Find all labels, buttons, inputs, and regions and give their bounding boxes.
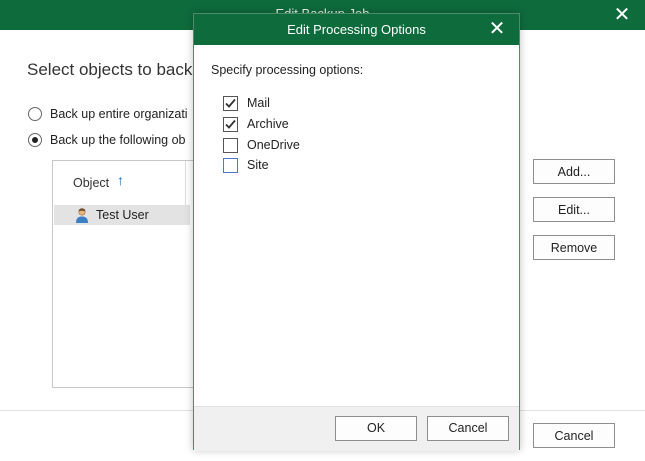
background-close-icon[interactable]: ✕: [609, 3, 635, 27]
add-button[interactable]: Add...: [533, 159, 615, 184]
radio-button[interactable]: [28, 133, 42, 147]
remove-button[interactable]: Remove: [533, 235, 615, 260]
table-row[interactable]: Test User: [54, 205, 190, 225]
dialog-title: Edit Processing Options: [287, 22, 426, 37]
column-separator: [185, 161, 186, 205]
radio-button[interactable]: [28, 107, 42, 121]
checkmark-icon: [225, 119, 236, 129]
radio-following-objects[interactable]: Back up the following ob: [28, 130, 186, 150]
option-mail[interactable]: Mail: [223, 94, 270, 112]
radio-entire-organization[interactable]: Back up entire organizati: [28, 104, 188, 124]
checkbox-mail[interactable]: [223, 95, 238, 111]
option-label: Archive: [247, 117, 289, 131]
dialog-footer: OK Cancel: [194, 406, 519, 451]
checkbox-archive[interactable]: [223, 116, 238, 132]
checkbox-site[interactable]: [223, 157, 238, 173]
checkmark-icon: [225, 98, 236, 108]
edit-button[interactable]: Edit...: [533, 197, 615, 222]
checkbox-onedrive[interactable]: [223, 137, 238, 153]
sort-ascending-icon: ↑: [117, 172, 124, 188]
dialog-prompt: Specify processing options:: [211, 63, 364, 77]
background-heading: Select objects to back: [27, 60, 193, 79]
object-column-label: Object: [73, 176, 110, 190]
option-site[interactable]: Site: [223, 156, 269, 174]
radio-label: Back up the following ob: [50, 133, 186, 147]
option-onedrive[interactable]: OneDrive: [223, 136, 300, 154]
dialog-titlebar: Edit Processing Options ✕: [194, 14, 519, 45]
option-label: Mail: [247, 96, 270, 110]
option-label: Site: [247, 158, 269, 172]
dialog-cancel-button[interactable]: Cancel: [427, 416, 509, 441]
background-cancel-button[interactable]: Cancel: [533, 423, 615, 448]
user-icon: [76, 208, 88, 223]
option-label: OneDrive: [247, 138, 300, 152]
row-object-name: Test User: [96, 208, 149, 222]
ok-button[interactable]: OK: [335, 416, 417, 441]
option-archive[interactable]: Archive: [223, 115, 289, 133]
edit-processing-options-dialog: Edit Processing Options ✕ Specify proces…: [193, 13, 520, 451]
radio-label: Back up entire organizati: [50, 107, 188, 121]
dialog-close-icon[interactable]: ✕: [485, 17, 509, 41]
